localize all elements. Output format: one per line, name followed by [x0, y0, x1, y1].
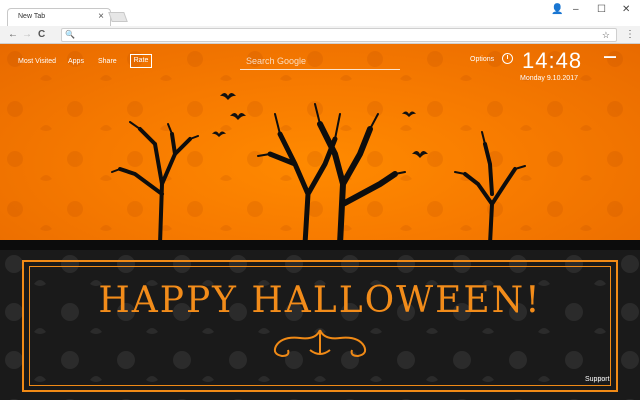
- swirl-ornament-icon: [273, 329, 367, 358]
- clock-date: Monday 9.10.2017: [520, 75, 578, 82]
- maximize-button[interactable]: ☐: [597, 4, 606, 16]
- tab-close-icon[interactable]: ×: [98, 11, 104, 23]
- address-bar[interactable]: 🔍 ☆: [61, 28, 617, 42]
- reload-button[interactable]: C: [38, 28, 45, 42]
- tab-title: New Tab: [18, 13, 46, 20]
- language-flag-icon[interactable]: ▬▬: [604, 54, 616, 60]
- clock-time: 14:48: [522, 48, 583, 73]
- new-tab-button[interactable]: [108, 12, 128, 22]
- tree-center: [257, 103, 406, 247]
- browser-menu-icon[interactable]: ⋮: [625, 29, 635, 41]
- rate-button[interactable]: Rate: [130, 54, 152, 68]
- tab-new-tab[interactable]: New Tab ×: [7, 8, 111, 27]
- browser-titlebar: New Tab × 👤 – ☐ ✕: [0, 0, 640, 27]
- ground-strip: [0, 240, 640, 250]
- close-window-button[interactable]: ✕: [622, 4, 630, 16]
- search-icon: 🔍: [65, 30, 75, 39]
- tree-left: [111, 121, 199, 246]
- clock-icon[interactable]: [502, 53, 513, 64]
- support-link[interactable]: Support: [585, 376, 610, 383]
- nav-apps[interactable]: Apps: [68, 58, 84, 65]
- nav-most-visited[interactable]: Most Visited: [18, 58, 56, 65]
- new-tab-page: Most Visited Apps Share Rate Options 14:…: [0, 44, 640, 400]
- search-box: [240, 54, 400, 70]
- minimize-button[interactable]: –: [573, 4, 579, 16]
- account-icon[interactable]: 👤: [551, 4, 563, 16]
- search-input[interactable]: [246, 56, 396, 66]
- back-button[interactable]: ←: [8, 28, 18, 42]
- nav-share[interactable]: Share: [98, 58, 117, 65]
- happy-halloween-headline: HAPPY HALLOWEEN!: [98, 280, 542, 321]
- bookmark-star-icon[interactable]: ☆: [602, 29, 610, 41]
- tree-right: [454, 131, 526, 246]
- options-link[interactable]: Options: [470, 56, 494, 63]
- moon-icon: [404, 64, 420, 84]
- browser-toolbar: ← → C 🔍 ☆ ⋮: [0, 26, 640, 44]
- forward-button[interactable]: →: [22, 28, 32, 42]
